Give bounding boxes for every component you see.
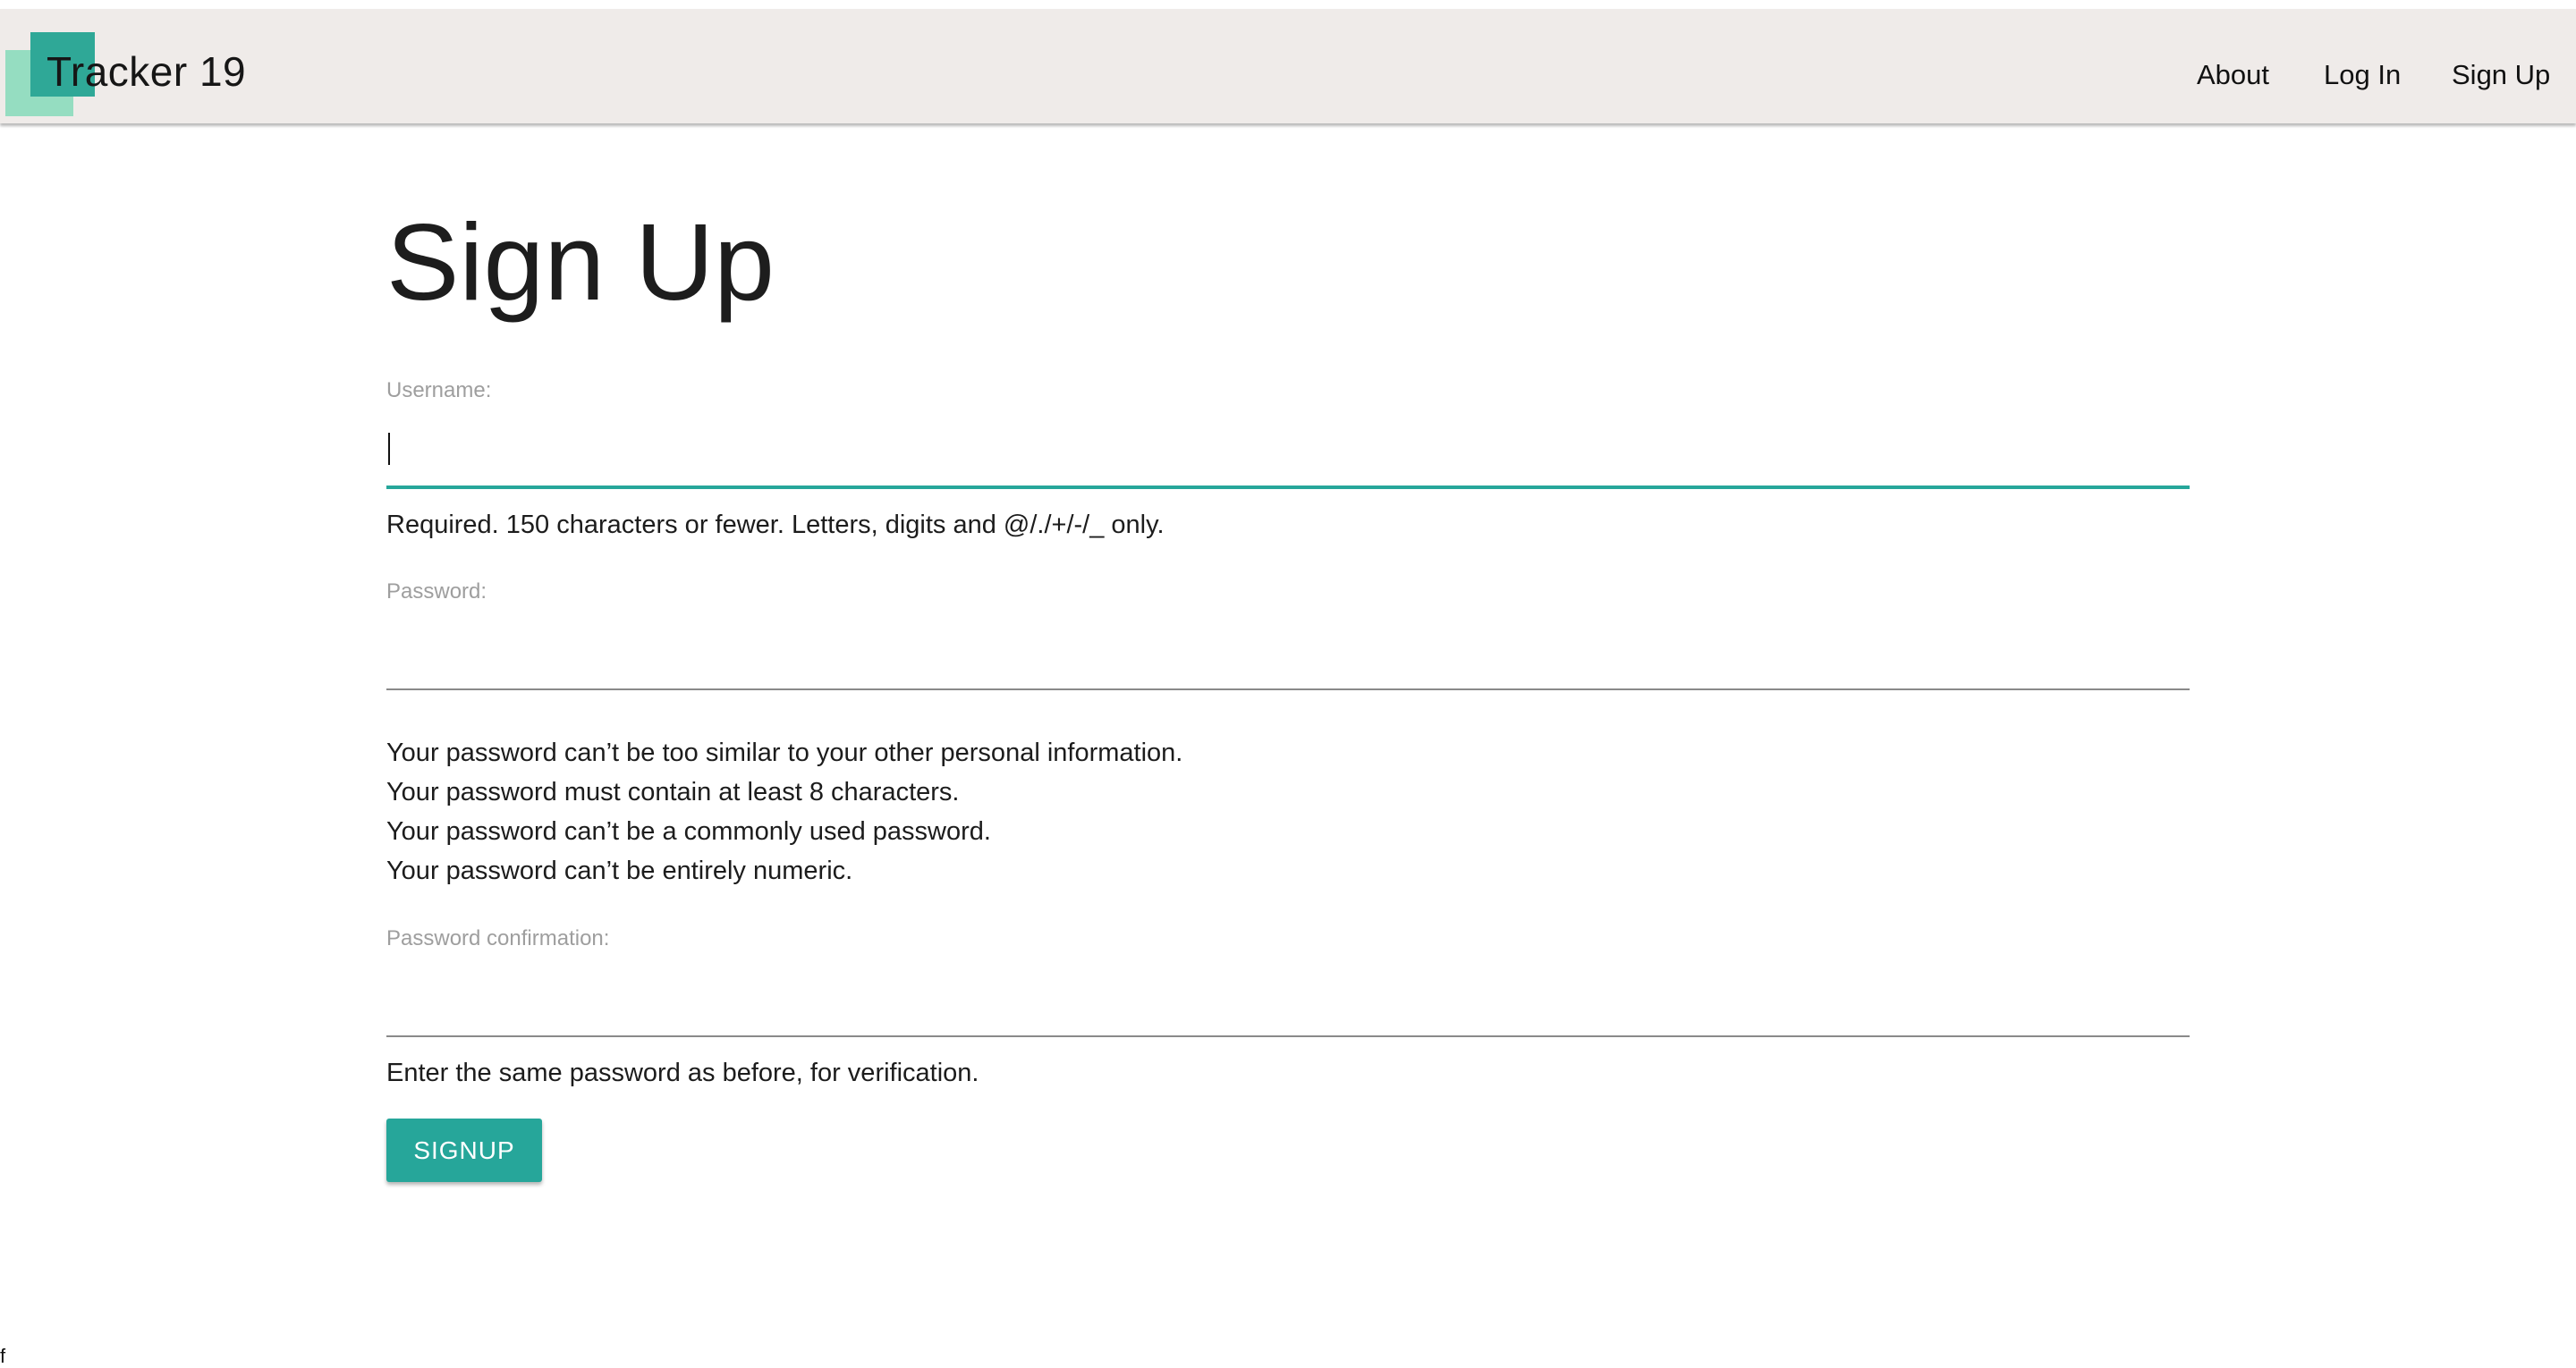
password-label: Password: (386, 579, 487, 604)
top-strip (0, 0, 2576, 9)
password-help-list: Your password can’t be too similar to yo… (386, 733, 1182, 891)
password-confirmation-label: Password confirmation: (386, 926, 610, 950)
stray-text: f (0, 1345, 6, 1367)
signup-button[interactable]: SIGNUP (386, 1119, 542, 1182)
password-confirmation-help-text: Enter the same password as before, for v… (386, 1059, 979, 1087)
password-confirmation-input[interactable] (386, 984, 2190, 1037)
nav-link-signup[interactable]: Sign Up (2452, 57, 2550, 93)
username-label: Username: (386, 378, 492, 402)
brand-logo-link[interactable]: Tracker 19 (47, 45, 246, 98)
password-help-item: Your password must contain at least 8 ch… (386, 778, 960, 806)
username-input[interactable] (386, 435, 2190, 489)
password-help-item: Your password can’t be a commonly used p… (386, 817, 991, 846)
navbar: Tracker 19 About Log In Sign Up (0, 9, 2576, 123)
nav-link-about[interactable]: About (2197, 57, 2269, 93)
text-cursor (388, 433, 390, 465)
password-help-item: Your password can’t be too similar to yo… (386, 739, 1183, 767)
page-title: Sign Up (386, 201, 775, 323)
nav-link-login[interactable]: Log In (2324, 57, 2401, 93)
password-input[interactable] (386, 637, 2190, 690)
password-help-item: Your password can’t be entirely numeric. (386, 857, 853, 885)
username-help-text: Required. 150 characters or fewer. Lette… (386, 511, 1165, 539)
